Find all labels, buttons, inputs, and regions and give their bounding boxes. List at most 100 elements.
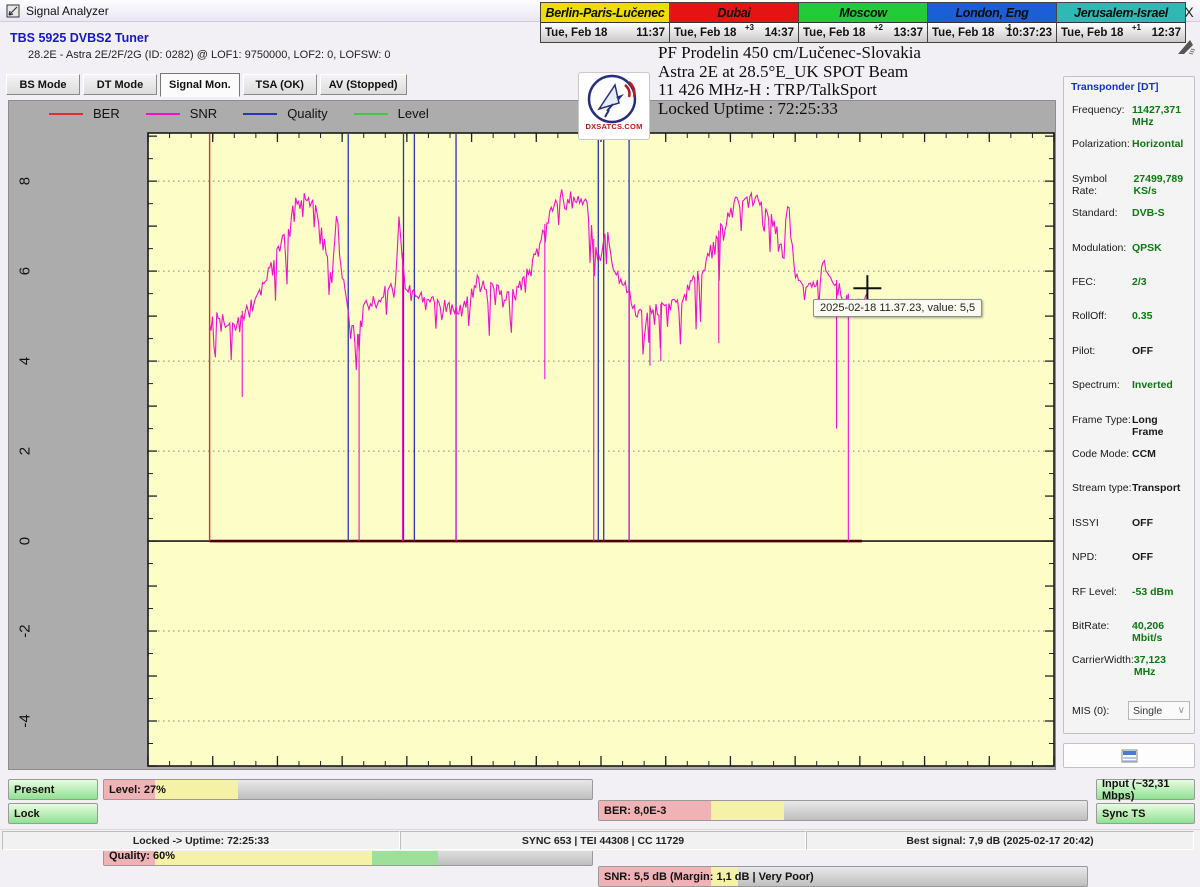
ber-meter: BER: 8,0E-3 [598,800,1088,821]
rolloff-value: 0.35 [1132,310,1190,322]
chart-tooltip: 2025-02-18 11.37.23, value: 5,5 [813,299,982,317]
ber-line-swatch [49,113,83,115]
close-icon[interactable]: X [1181,4,1197,20]
clock-utc-offset: +1 [1132,23,1141,32]
symbol-rate-value: 27499,789 KS/s [1133,173,1190,197]
clock-utc-offset: -1 [1005,23,1012,32]
rf-level-value: -53 dBm [1132,586,1190,598]
present-indicator: Present [8,779,98,800]
bitrate-value: 40,206 Mbit/s [1132,620,1190,644]
clock-city-label: London, Eng [928,3,1056,23]
clock-city-label: Berlin-Paris-Lučenec [541,3,669,23]
input-indicator: Input (~32,31 Mbps) [1096,779,1195,800]
clock-berlin: Berlin-Paris-Lučenec Tue, Feb 18 11:37 [540,2,670,43]
standard-value: DVB-S [1132,207,1190,219]
npd-value: OFF [1132,551,1190,563]
transponder-panel: Transponder [DT] Frequency:11427,371 MHz… [1063,76,1195,734]
annotation-line-4: Locked Uptime : 72:25:33 [658,100,921,119]
level-meter: Level: 27% [103,779,593,800]
mode-buttons: BS Mode DT Mode Signal Mon. TSA (OK) AV … [6,74,407,97]
clock-date: Tue, Feb 18 [1061,27,1123,39]
svg-text:0: 0 [17,537,34,545]
window-title: Signal Analyzer [26,4,109,18]
dt-mode-button[interactable]: DT Mode [83,74,157,95]
mouse-cursor-icon [1176,36,1198,61]
modulation-value: QPSK [1132,242,1190,254]
legend-snr: SNR [146,106,217,121]
issyi-value: OFF [1132,517,1190,529]
logo-text: DXSATCS.COM [585,122,642,131]
signal-mon-tab[interactable]: Signal Mon. [160,73,240,97]
bs-mode-button[interactable]: BS Mode [6,74,80,95]
clock-london: London, Eng Tue, Feb 18 -110:37:23 [928,2,1057,43]
dxsatcs-logo: DXSATCS.COM [578,72,650,140]
meter-segment [155,780,238,799]
spectrum-value: Inverted [1132,379,1190,391]
carrier-width-value: 37,123 MHz [1134,654,1190,678]
chart-legend: BER SNR Quality Level [49,106,429,121]
ts-list-icon [1121,749,1138,763]
svg-text:-2: -2 [17,624,34,637]
clock-utc-offset: +3 [745,23,754,32]
av-button[interactable]: AV (Stopped) [320,74,407,95]
legend-level: Level [354,106,429,121]
world-clocks: Berlin-Paris-Lučenec Tue, Feb 18 11:37 Du… [540,2,1186,43]
snr-meter: SNR: 5,5 dB (Margin: 1,1 dB | Very Poor) [598,866,1088,887]
meter-segment [711,801,784,820]
mis-label: MIS (0): [1072,705,1109,717]
status-best-signal: Best signal: 7,9 dB (2025-02-17 20:42) [806,831,1194,850]
snr-line-swatch [146,113,180,115]
annotation-text: PF Prodelin 450 cm/Lučenec-Slovakia Astr… [658,44,921,118]
transport-stream-button[interactable] [1063,743,1195,768]
annotation-line-1: PF Prodelin 450 cm/Lučenec-Slovakia [658,44,921,63]
svg-text:-4: -4 [17,714,34,727]
mis-row: MIS (0): Single∨ [1072,701,1190,720]
signal-chart[interactable]: 8 6 4 2 0 -2 -4 [9,101,1057,771]
clock-date: Tue, Feb 18 [932,27,994,39]
clock-date: Tue, Feb 18 [545,27,607,39]
svg-text:6: 6 [17,267,34,275]
clock-time: 11:37 [636,27,665,39]
sync-ts-indicator: Sync TS [1096,803,1195,824]
pilot-value: OFF [1132,345,1190,357]
clock-city-label: Jerusalem-Israel [1057,3,1185,23]
polarization-value: Horizontal [1132,138,1190,150]
app-icon [6,4,20,18]
legend-quality: Quality [243,106,327,121]
code-mode-value: CCM [1132,448,1190,460]
satellite-dish-icon [585,73,643,125]
lock-indicator: Lock [8,803,98,824]
tsa-button[interactable]: TSA (OK) [243,74,317,95]
legend-ber: BER [49,106,120,121]
tuner-name: TBS 5925 DVBS2 Tuner [10,31,149,45]
clock-time: 13:37 [894,27,923,39]
level-line-swatch [354,113,388,115]
frame-type-value: Long Frame [1132,414,1190,438]
chevron-down-icon: ∨ [1178,705,1185,716]
annotation-line-2: Astra 2E at 28.5°E_UK SPOT Beam [658,63,921,82]
quality-line-swatch [243,113,277,115]
clock-city-label: Moscow [799,3,927,23]
clock-jerusalem: Jerusalem-Israel Tue, Feb 18+112:37 [1057,2,1186,43]
status-uptime: Locked -> Uptime: 72:25:33 [2,831,400,850]
clock-date: Tue, Feb 18 [674,27,736,39]
tuner-details: 28.2E - Astra 2E/2F/2G (ID: 0282) @ LOF1… [28,49,391,61]
clock-time: 10:37:23 [1006,27,1052,39]
fec-value: 2/3 [1132,276,1190,288]
clock-dubai: Dubai Tue, Feb 18 +3 14:37 [670,2,799,43]
svg-text:4: 4 [17,357,34,365]
clock-city-label: Dubai [670,3,798,23]
annotation-line-3: 11 426 MHz-H : TRP/TalkSport [658,81,921,100]
clock-moscow: Moscow Tue, Feb 18 +2 13:37 [799,2,928,43]
status-bar: Locked -> Uptime: 72:25:33 SYNC 653 | TE… [0,829,1200,851]
stream-type-value: Transport [1132,482,1190,494]
svg-text:8: 8 [17,177,34,185]
signal-chart-panel[interactable]: 8 6 4 2 0 -2 -4 BER SNR Quality Level 2025-02-… [8,100,1056,770]
frequency-value: 11427,371 MHz [1132,104,1190,128]
mis-dropdown[interactable]: Single∨ [1128,701,1190,720]
status-sync-counters: SYNC 653 | TEI 44308 | CC 11729 [400,831,806,850]
clock-utc-offset: +2 [874,23,883,32]
svg-text:2: 2 [17,447,34,455]
clock-time: 14:37 [765,27,794,39]
clock-date: Tue, Feb 18 [803,27,865,39]
